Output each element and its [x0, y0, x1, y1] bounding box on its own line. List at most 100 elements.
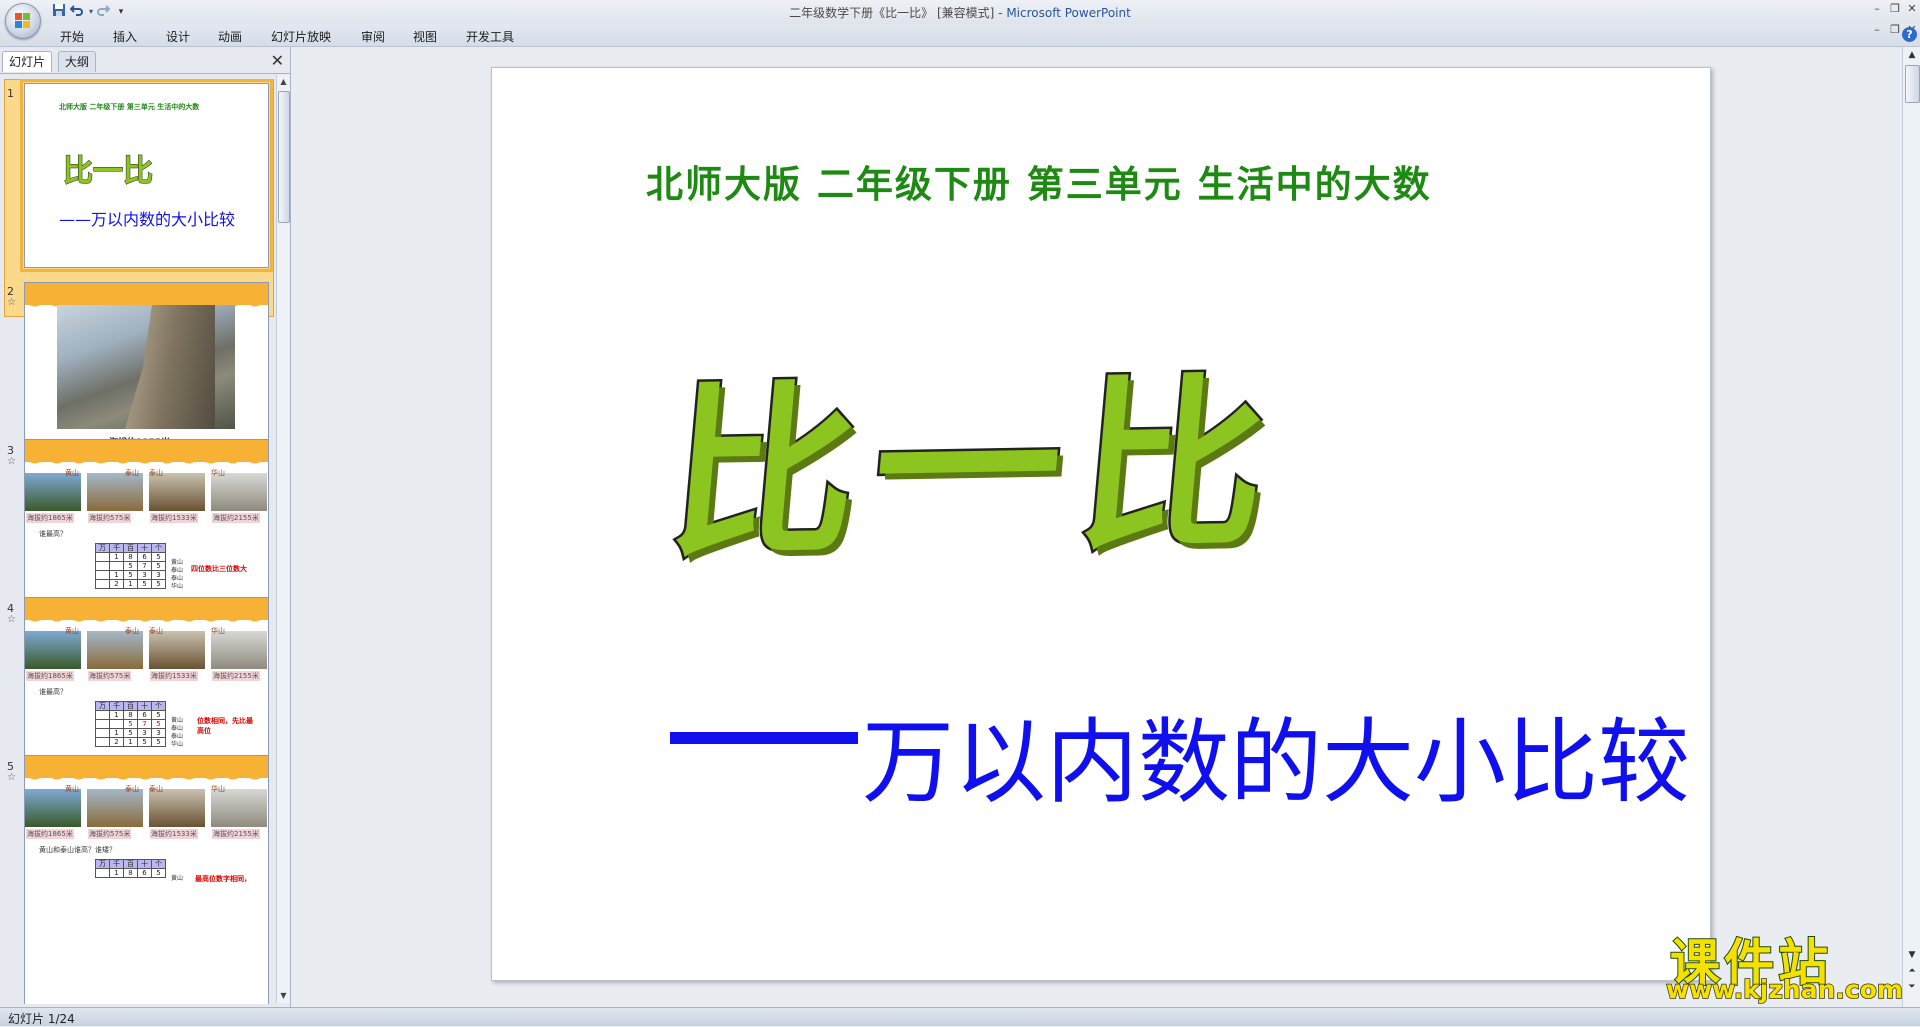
note-text: 四位数比三位数大: [191, 565, 247, 573]
office-logo-icon: [15, 13, 31, 29]
animation-star-icon: ☆: [7, 614, 16, 625]
question-text: 黄山和泰山谁高？谁矮？: [39, 846, 116, 854]
table-cell: 6: [137, 710, 152, 720]
close-button[interactable]: ✕: [1903, 2, 1920, 16]
thumb-subtitle: ——万以内数的大小比较: [59, 210, 236, 229]
mountain-label: 泰山: [149, 627, 163, 635]
table-header-cell: 万: [95, 543, 110, 553]
slide-thumbnail-1[interactable]: 北师大版 二年级下册 第三单元 生活中的大数 比一比 ——万以内数的大小比较: [20, 79, 273, 272]
table-header-cell: 百: [123, 701, 138, 711]
slide-subject[interactable]: 北师大版 二年级下册 第三单元 生活中的大数: [646, 154, 1432, 208]
table-cell: 8: [123, 552, 138, 562]
table-cell: 2: [109, 737, 124, 747]
table-cell: 7: [137, 719, 152, 729]
tab-outline[interactable]: 大纲: [58, 51, 97, 72]
scroll-down-icon[interactable]: ▼: [1905, 949, 1919, 962]
slide-title[interactable]: 比一比: [658, 313, 1297, 594]
table-header-cell: 个: [151, 543, 166, 553]
tab-design[interactable]: 设计: [166, 28, 190, 45]
app-name: Microsoft PowerPoint: [1006, 6, 1131, 20]
table-cell: 5: [123, 570, 138, 580]
mountain-photo: [211, 631, 267, 669]
tab-animations[interactable]: 动画: [218, 28, 242, 45]
table-cell: 8: [123, 868, 138, 878]
altitude-caption: 海拔约1865米: [26, 513, 74, 523]
thumbnail-scrollbar[interactable]: ▲ ▼: [276, 75, 290, 1003]
mountain-label: 泰山: [125, 469, 139, 477]
scroll-down-icon[interactable]: ▼: [277, 989, 290, 1003]
ribbon-minimize-button[interactable]: –: [1868, 23, 1886, 37]
table-cell: 1: [109, 552, 124, 562]
table-cell: 5: [151, 737, 166, 747]
altitude-caption: 海拔约1533米: [150, 671, 198, 681]
mountain-photo: [57, 305, 235, 429]
table-cell: 5: [151, 579, 166, 589]
title-separator: -: [994, 6, 1007, 20]
mountain-photo: [149, 789, 205, 827]
mountain-photo: [87, 473, 143, 511]
subtitle-dash: [670, 732, 858, 744]
table-cell: [95, 728, 110, 738]
mountain-label: 泰山: [125, 627, 139, 635]
mountain-photo: [25, 473, 81, 511]
scrollbar-thumb[interactable]: [1905, 65, 1920, 103]
altitude-caption: 海拔约1865米: [26, 829, 74, 839]
ribbon-tabs: 开始 插入 设计 动画 幻灯片放映 审阅 视图 开发工具 – ❐ ✕ ?: [0, 23, 1920, 47]
table-cell: 3: [137, 728, 152, 738]
slide-thumbnail-5[interactable]: 黄山 泰山 泰山 华山 海拔约1865米 海拔约575米 海拔约1533米 海拔…: [24, 755, 269, 1004]
mountain-photo: [149, 631, 205, 669]
table-cell: [95, 868, 110, 878]
mountain-label: 黄山: [65, 469, 79, 477]
table-cell: 1: [109, 710, 124, 720]
question-text: 谁最高？: [39, 530, 67, 538]
window-title: 二年级数学下册《比一比》 [兼容模式] - Microsoft PowerPoi…: [0, 4, 1920, 21]
mountain-label: 泰山: [149, 469, 163, 477]
vertical-scrollbar[interactable]: ▲ ▼ ⏶ ⏷: [1902, 47, 1920, 1007]
tab-slides[interactable]: 幻灯片: [2, 51, 53, 72]
table-header-cell: 千: [109, 859, 124, 869]
thumb-subject: 北师大版 二年级下册 第三单元 生活中的大数: [59, 103, 200, 111]
table-cell: 3: [151, 728, 166, 738]
altitude-caption: 海拔约1533米: [150, 513, 198, 523]
slide-counter: 幻灯片 1/24: [8, 1012, 75, 1026]
cloud-decoration: [25, 283, 268, 315]
thumb-title: 比一比: [63, 154, 154, 190]
animation-star-icon: ☆: [7, 456, 16, 467]
table-header-cell: 千: [109, 543, 124, 553]
help-icon[interactable]: ?: [1902, 27, 1917, 42]
scrollbar-thumb[interactable]: [278, 91, 290, 223]
altitude-caption: 海拔约2155米: [212, 829, 260, 839]
tab-view[interactable]: 视图: [413, 28, 437, 45]
mountain-photo: [149, 473, 205, 511]
slide-subtitle[interactable]: 万以内数的大小比较: [862, 688, 1690, 821]
table-cell: 2: [109, 579, 124, 589]
table-cell: 5: [151, 719, 166, 729]
cloud-decoration: [25, 440, 268, 472]
place-value-table: 万千百十个 1865 575 1533 2155: [95, 701, 166, 747]
tab-review[interactable]: 审阅: [361, 28, 385, 45]
mountain-photo: [87, 631, 143, 669]
pane-close-icon[interactable]: ✕: [271, 51, 284, 70]
tab-developer[interactable]: 开发工具: [466, 28, 514, 45]
tab-insert[interactable]: 插入: [113, 28, 137, 45]
tab-slideshow[interactable]: 幻灯片放映: [271, 28, 331, 45]
next-slide-icon[interactable]: ⏷: [1905, 981, 1919, 994]
mountain-label: 华山: [211, 627, 225, 635]
tab-home[interactable]: 开始: [60, 28, 84, 45]
row-label: 黄山: [171, 875, 184, 882]
slide-editing-area: 北师大版 二年级下册 第三单元 生活中的大数 比一比 万以内数的大小比较: [291, 47, 1901, 1007]
table-cell: 1: [123, 579, 138, 589]
altitude-caption: 海拔约575米: [88, 513, 132, 523]
previous-slide-icon[interactable]: ⏶: [1905, 965, 1919, 978]
scroll-up-icon[interactable]: ▲: [1905, 49, 1919, 62]
table-cell: [95, 719, 110, 729]
current-slide[interactable]: 北师大版 二年级下册 第三单元 生活中的大数 比一比 万以内数的大小比较: [491, 67, 1711, 981]
scroll-up-icon[interactable]: ▲: [277, 75, 290, 89]
restore-button[interactable]: ❐: [1886, 2, 1904, 16]
office-button[interactable]: [5, 3, 41, 39]
table-cell: 3: [137, 570, 152, 580]
minimize-button[interactable]: –: [1868, 2, 1886, 16]
note-text: 最高位数字相同，: [195, 875, 251, 883]
table-cell: 1: [109, 868, 124, 878]
document-title: 二年级数学下册《比一比》 [兼容模式]: [789, 6, 995, 20]
